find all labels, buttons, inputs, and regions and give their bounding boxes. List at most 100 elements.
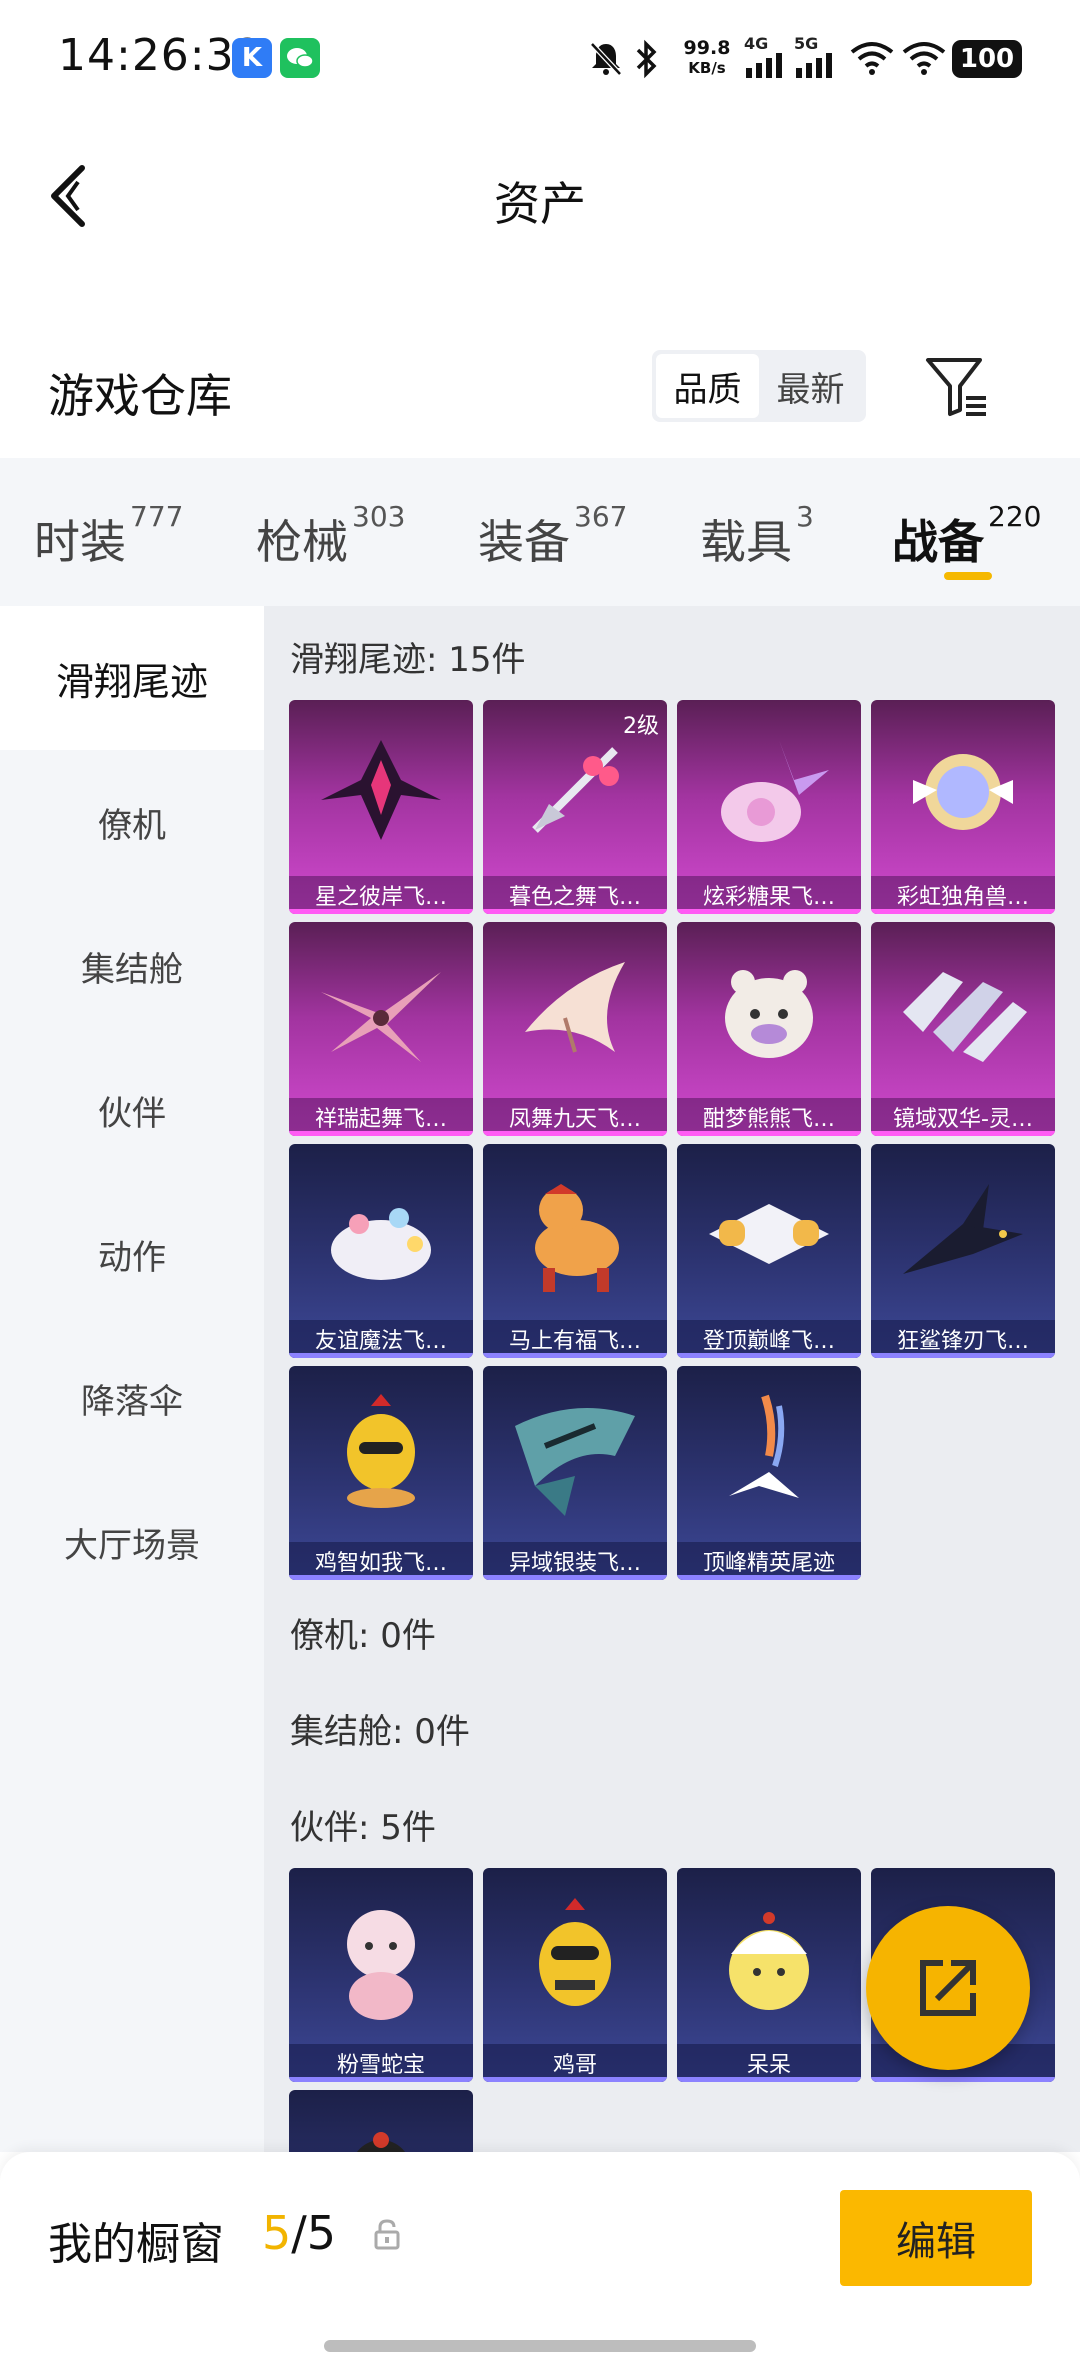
quality-strip — [483, 1353, 667, 1358]
quality-strip — [677, 2077, 861, 2082]
group-title-wingman: 僚机: 0件 — [290, 1616, 436, 1656]
quality-strip — [871, 1131, 1055, 1136]
partner-thumbnail — [729, 1912, 809, 2010]
quality-strip — [677, 1353, 861, 1358]
group-title-assembly-pod: 集结舱: 0件 — [290, 1712, 470, 1752]
quality-strip — [871, 1353, 1055, 1358]
category-tabs: 时装 777 枪械 303 装备 367 载具 3 战备 220 — [0, 458, 1080, 606]
showcase-separator: / — [291, 2206, 307, 2260]
quality-strip — [871, 909, 1055, 914]
item-card[interactable]: 镜域双华-灵… — [871, 922, 1055, 1136]
share-fab-button[interactable] — [866, 1906, 1030, 2070]
quality-strip — [483, 909, 667, 914]
battery-indicator: 100 — [952, 40, 1022, 78]
mute-bell-icon — [586, 38, 626, 82]
partner-thumbnail — [347, 1910, 415, 2020]
item-card[interactable]: 马上有福飞… — [483, 1144, 667, 1358]
item-card[interactable]: 粉雪蛇宝 — [289, 1868, 473, 2082]
group-title-partner: 伙伴: 5件 — [290, 1808, 436, 1848]
glide-trail-thumbnail — [721, 740, 829, 842]
sidebar-item-lobby-scene[interactable]: 大厅场景 — [0, 1470, 264, 1614]
sidebar-item-wingman[interactable]: 僚机 — [0, 750, 264, 894]
glide-trail-thumbnail — [729, 1394, 799, 1498]
home-indicator[interactable] — [324, 2340, 756, 2352]
item-card[interactable]: 星之彼岸飞… — [289, 700, 473, 914]
sort-latest-button[interactable]: 最新 — [759, 354, 862, 418]
glide-trail-thumbnail — [903, 1184, 1023, 1274]
item-card[interactable]: 呆呆 — [677, 1868, 861, 2082]
quality-strip — [289, 1575, 473, 1580]
open-external-icon — [920, 1960, 976, 2016]
back-button[interactable] — [44, 160, 104, 232]
warehouse-title: 游戏仓库 — [48, 369, 232, 423]
item-card[interactable]: 2级 暮色之舞飞… — [483, 700, 667, 914]
glide-trail-thumbnail — [913, 754, 1013, 830]
sidebar-item-glide-trail[interactable]: 滑翔尾迹 — [0, 606, 264, 750]
glide-trail-thumbnail — [532, 747, 619, 833]
quality-strip — [289, 1353, 473, 1358]
level-badge: 2级 — [623, 714, 659, 739]
glide-trail-thumbnail — [515, 1408, 635, 1516]
item-card[interactable]: 狂鲨锋刃飞… — [871, 1144, 1055, 1358]
quality-strip — [483, 2077, 667, 2082]
sim1-label: 4G — [744, 34, 769, 53]
glide-trail-thumbnail — [525, 962, 625, 1053]
item-card[interactable]: 鸡智如我飞… — [289, 1366, 473, 1580]
glide-trail-thumbnail — [903, 972, 1027, 1062]
quality-strip — [677, 1131, 861, 1136]
glide-trail-thumbnail — [321, 972, 441, 1062]
tab-label: 枪械 — [256, 515, 348, 569]
sort-quality-button[interactable]: 品质 — [656, 354, 759, 418]
sidebar-item-emote[interactable]: 动作 — [0, 1182, 264, 1326]
quality-strip — [677, 909, 861, 914]
item-card[interactable]: 鸡哥 — [483, 1868, 667, 2082]
item-card[interactable]: 祥瑞起舞飞… — [289, 922, 473, 1136]
item-card[interactable]: 酣梦熊熊飞… — [677, 922, 861, 1136]
sidebar-item-assembly-pod[interactable]: 集结舱 — [0, 894, 264, 1038]
active-tab-indicator — [944, 572, 992, 580]
showcase-label: 我的橱窗 — [48, 2219, 224, 2270]
tab-label: 装备 — [478, 515, 570, 569]
quality-strip — [483, 1575, 667, 1580]
tab-equipment[interactable]: 装备 367 — [478, 500, 627, 572]
status-bar: 14:26:32 K 99.8 KB/s 4G 5G 100 — [0, 0, 1080, 120]
quality-strip — [289, 909, 473, 914]
item-card[interactable]: 凤舞九天飞… — [483, 922, 667, 1136]
quality-strip — [289, 2077, 473, 2082]
glide-trail-thumbnail — [347, 1394, 415, 1508]
tab-guns[interactable]: 枪械 303 — [256, 500, 405, 572]
group-title-glide-trail: 滑翔尾迹: 15件 — [290, 640, 526, 680]
tab-battle-prep[interactable]: 战备 220 — [892, 500, 1041, 572]
item-card[interactable]: 异域银装飞… — [483, 1366, 667, 1580]
tab-label: 战备 — [892, 515, 984, 569]
page-title: 资产 — [494, 177, 586, 231]
item-card[interactable]: 友谊魔法飞… — [289, 1144, 473, 1358]
wechat-icon — [280, 38, 320, 78]
net-speed-value: 99.8 — [683, 37, 731, 59]
quality-strip — [871, 2077, 1055, 2082]
sim2-label: 5G — [794, 34, 819, 53]
tab-count: 777 — [130, 500, 184, 533]
tab-label: 载具 — [700, 515, 792, 569]
filter-icon — [926, 358, 986, 416]
item-card[interactable]: 登顶巅峰飞… — [677, 1144, 861, 1358]
glide-trail-thumbnail — [535, 1184, 619, 1292]
tab-count: 220 — [988, 500, 1042, 533]
bluetooth-icon — [630, 38, 662, 84]
wifi-icon-1 — [850, 40, 894, 80]
sidebar-item-partner[interactable]: 伙伴 — [0, 1038, 264, 1182]
tab-fashion[interactable]: 时装 777 — [34, 500, 183, 572]
tab-count: 367 — [574, 500, 628, 533]
tab-vehicles[interactable]: 载具 3 — [700, 500, 814, 572]
item-card[interactable]: 顶峰精英尾迹 — [677, 1366, 861, 1580]
tab-count: 303 — [352, 500, 406, 533]
sidebar-item-parachute[interactable]: 降落伞 — [0, 1326, 264, 1470]
item-card[interactable]: 炫彩糖果飞… — [677, 700, 861, 914]
edit-button[interactable]: 编辑 — [840, 2190, 1032, 2286]
showcase-total: 5 — [306, 2206, 337, 2260]
glide-trail-thumbnail — [709, 1204, 829, 1264]
wifi-icon-2 — [902, 40, 946, 80]
partner-thumbnail — [539, 1898, 611, 2006]
filter-button[interactable] — [922, 352, 992, 422]
item-card[interactable]: 彩虹独角兽… — [871, 700, 1055, 914]
